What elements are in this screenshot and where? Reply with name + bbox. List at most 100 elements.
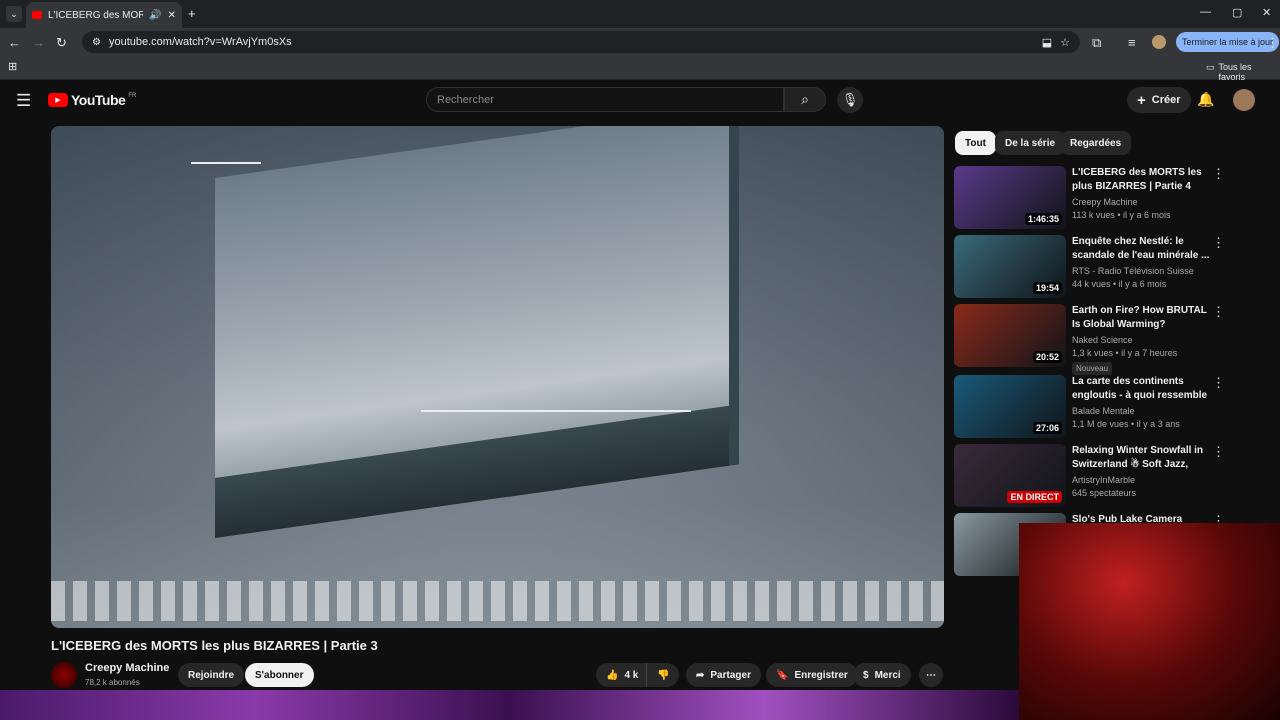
video-duration: 1:46:35 [1024,213,1062,225]
share-icon: ➦ [696,669,705,681]
like-count: 4 k [624,669,639,681]
bookmark-star-icon[interactable]: ☆ [1060,36,1070,49]
new-tab-icon[interactable]: + [188,6,196,21]
apps-grid-icon[interactable]: ⊞ [8,60,17,73]
site-info-icon[interactable]: ⚙ [92,37,101,48]
recommendation-menu-icon[interactable]: ⋮ [1212,304,1225,320]
all-bookmarks[interactable]: ▭ Tous les favoris [1206,62,1280,82]
voice-search-button[interactable]: 🎙 [837,87,863,113]
reading-list-icon[interactable]: ≡ [1128,35,1136,50]
video-player[interactable] [51,126,944,628]
channel-avatar[interactable] [51,662,77,688]
plus-icon: + [1137,91,1146,109]
subscribe-button[interactable]: S'abonner [245,663,314,687]
chip-all[interactable]: Tout [955,131,996,155]
video-thumbnail[interactable]: EN DIRECT [954,444,1066,507]
video-title: L'ICEBERG des MORTS les plus BIZARRES | … [51,638,378,653]
recommendation-meta: 1,3 k vues • il y a 7 heures [1072,348,1178,358]
recommendation-meta: 44 k vues • il y a 6 mois [1072,279,1167,289]
recommendation-title[interactable]: Enquête chez Nestlé: le scandale de l'ea… [1072,235,1212,263]
recommendation-info: Relaxing Winter Snowfall in Switzerland … [1072,444,1212,498]
recommendation-menu-icon[interactable]: ⋮ [1212,444,1225,460]
url-bar[interactable]: ⚙ youtube.com/watch?v=WrAvjYm0sXs ⬓ ☆ [82,31,1080,53]
new-badge: Nouveau [1072,362,1113,375]
youtube-favicon-icon [32,11,42,19]
more-actions-button[interactable]: ⋯ [919,663,943,687]
profile-avatar[interactable] [1152,35,1166,49]
video-thumbnail[interactable]: 27:06 [954,375,1066,438]
glitch-line [191,162,261,164]
recommendation-meta: 113 k vues • il y a 6 mois [1072,210,1171,220]
bookmark-icon: 🔖 [776,669,789,681]
menu-dots-icon[interactable]: ⋮ [1266,35,1279,51]
reload-icon[interactable]: ↻ [56,35,67,51]
bookmarks-bar: ⊞ ▭ Tous les favoris [0,56,1280,82]
tab-list-icon[interactable]: ⌄ [6,6,22,22]
logo-text: YouTube [71,92,126,108]
thanks-button[interactable]: $ Merci [853,663,911,687]
create-button[interactable]: + Créer [1127,87,1191,113]
tab-title: L'ICEBERG des MORTS les plus... [48,9,144,21]
webcam-overlay [1019,523,1280,720]
video-thumbnail[interactable]: 1:46:35 [954,166,1066,229]
recommendation-title[interactable]: Earth on Fire? How BRUTAL Is Global Warm… [1072,304,1212,332]
like-button[interactable]: 👍 4 k [596,663,649,687]
recommendation-menu-icon[interactable]: ⋮ [1212,166,1225,182]
thanks-label: Merci [874,669,901,681]
tab-close-icon[interactable]: ✕ [168,10,176,21]
recommendation-channel: Creepy Machine [1072,197,1138,207]
recommendation-title[interactable]: La carte des continents engloutis - à qu… [1072,375,1212,403]
recommendation-title[interactable]: L'ICEBERG des MORTS les plus BIZARRES | … [1072,166,1212,194]
minimize-icon[interactable]: — [1200,6,1211,18]
chip-watched[interactable]: Regardées [1060,131,1132,155]
recommendation-item[interactable]: 27:06 La carte des continents engloutis -… [954,375,1264,439]
video-duration: 27:06 [1032,422,1062,434]
search-input[interactable]: Rechercher [426,87,784,112]
youtube-play-icon: ▶ [48,93,68,107]
notifications-bell-icon[interactable]: 🔔 [1197,91,1214,108]
forward-icon[interactable]: → [32,35,45,50]
back-icon[interactable]: ← [8,35,21,50]
maximize-icon[interactable]: ▢ [1232,6,1242,19]
update-button[interactable]: Terminer la mise à jour [1176,32,1280,52]
recommendation-item[interactable]: EN DIRECT Relaxing Winter Snowfall in Swi… [954,444,1264,508]
save-button[interactable]: 🔖 Enregistrer [766,663,858,687]
more-icon: ⋯ [926,669,936,681]
recommendation-meta: 1,1 M de vues • il y a 3 ans [1072,419,1180,429]
video-thumbnail[interactable]: 19:54 [954,235,1066,298]
subscriber-count: 78,2 k abonnés [85,678,140,687]
search-button[interactable]: ⌕ [784,87,826,112]
chip-series[interactable]: De la série [995,131,1066,155]
hamburger-menu-icon[interactable]: ☰ [16,91,31,111]
recommendation-item[interactable]: 19:54 Enquête chez Nestlé: le scandale de… [954,235,1264,299]
search-icon: ⌕ [801,91,809,107]
recommendation-info: Earth on Fire? How BRUTAL Is Global Warm… [1072,304,1212,375]
video-thumbnail[interactable]: 20:52 [954,304,1066,367]
youtube-logo[interactable]: ▶ YouTube FR [48,92,136,108]
browser-tab[interactable]: L'ICEBERG des MORTS les plus... 🔊 ✕ [26,2,182,28]
recommendation-item[interactable]: 1:46:35 L'ICEBERG des MORTS les plus BIZA… [954,166,1264,230]
recommendation-item[interactable]: 20:52 Earth on Fire? How BRUTAL Is Global… [954,304,1264,375]
recommendation-channel: RTS - Radio Télévision Suisse [1072,266,1194,276]
recommendation-channel: Balade Mentale [1072,406,1135,416]
glitch-noise-band [51,581,944,621]
recommendation-channel: Naked Science [1072,335,1133,345]
share-button[interactable]: ➦ Partager [686,663,761,687]
recommendation-info: Enquête chez Nestlé: le scandale de l'ea… [1072,235,1212,289]
recommendation-menu-icon[interactable]: ⋮ [1212,235,1225,251]
thumbs-down-icon: 👎 [657,669,670,681]
recommendation-menu-icon[interactable]: ⋮ [1212,375,1225,391]
region-code: FR [128,93,137,99]
recommendation-title[interactable]: Relaxing Winter Snowfall in Switzerland … [1072,444,1212,472]
glitch-line [421,410,691,412]
recommendation-channel: ArtistryInMarble [1072,475,1136,485]
extensions-icon[interactable]: ⧉ [1092,35,1101,51]
join-button[interactable]: Rejoindre [178,663,245,687]
account-avatar[interactable] [1233,89,1255,111]
video-duration: 20:52 [1032,351,1062,363]
channel-name[interactable]: Creepy Machine [85,662,169,674]
recommendation-info: La carte des continents engloutis - à qu… [1072,375,1212,429]
dislike-button[interactable]: 👎 [646,663,680,687]
window-close-icon[interactable]: ✕ [1262,6,1271,19]
install-icon[interactable]: ⬓ [1042,36,1052,49]
